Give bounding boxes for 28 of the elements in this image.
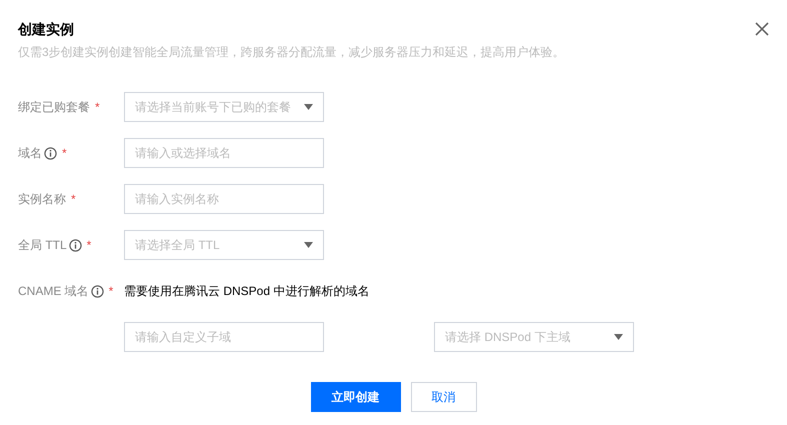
cancel-button[interactable]: 取消 (410, 382, 476, 412)
field-label: 实例名称 (18, 190, 66, 208)
select-field[interactable]: 请选择全局 TTL (124, 230, 324, 260)
field-label: 全局 TTL (18, 236, 67, 254)
cname-note: 需要使用在腾讯云 DNSPod 中进行解析的域名 (124, 282, 370, 300)
input-field[interactable]: 请输入实例名称 (124, 184, 324, 214)
caret-icon (304, 242, 313, 248)
input-field[interactable]: 请输入或选择域名 (124, 138, 324, 168)
select-field[interactable]: 请选择 DNSPod 下主域 (434, 322, 634, 352)
field-label: CNAME 域名 (18, 282, 89, 300)
info-icon[interactable] (68, 238, 82, 252)
field-label: 绑定已购套餐 (18, 98, 90, 116)
input-field[interactable]: 请输入自定义子域 (124, 322, 324, 352)
dialog-title: 创建实例 (18, 20, 74, 38)
info-icon[interactable] (44, 146, 57, 160)
info-icon[interactable] (90, 284, 104, 298)
dialog-description: 仅需3步创建实例创建智能全局流量管理，跨服务器分配流量，减少服务器压力和延迟，提高用户体验。 (18, 44, 566, 60)
select-field[interactable]: 请选择当前账号下已购的套餐 (124, 92, 324, 122)
required-mark: * (108, 284, 114, 298)
caret-icon (614, 334, 623, 340)
field-label: 域名 (18, 144, 42, 162)
required-mark: * (71, 192, 76, 206)
create-button[interactable]: 立即创建 (310, 382, 400, 412)
caret-icon (304, 104, 313, 110)
required-mark: * (95, 100, 100, 114)
required-mark: * (62, 146, 67, 160)
close-icon[interactable] (755, 22, 769, 36)
required-mark: * (86, 238, 92, 252)
